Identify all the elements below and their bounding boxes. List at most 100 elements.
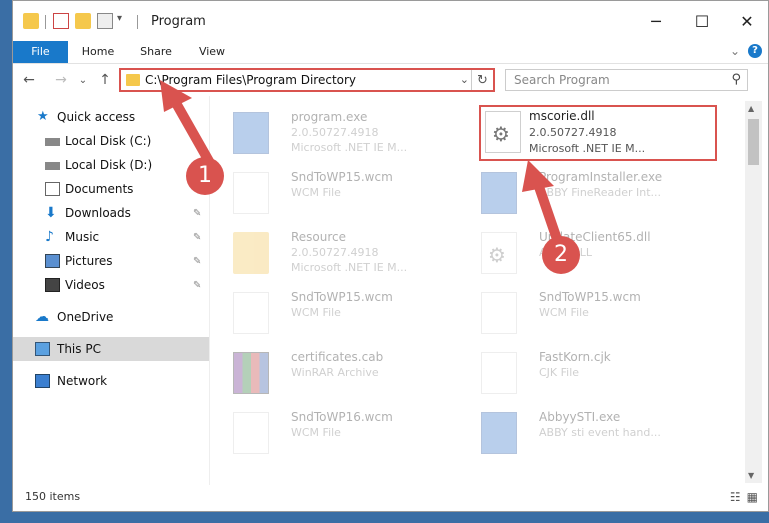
address-path[interactable]: C:\Program Files\Program Directory bbox=[145, 73, 356, 87]
file-icon bbox=[233, 172, 269, 214]
file-item[interactable]: SndToWP15.wcm WCM File bbox=[459, 282, 699, 338]
file-name: ProgramInstaller.exe bbox=[539, 170, 663, 184]
file-detail: ABBY sti event hand... bbox=[539, 426, 661, 439]
search-input[interactable]: Search Program ⚲ bbox=[505, 69, 748, 91]
file-detail: Microsoft .NET IE M... bbox=[529, 142, 646, 155]
sidebar-item-label: Music bbox=[65, 230, 100, 244]
download-icon: ⬇ bbox=[45, 205, 57, 221]
help-icon[interactable]: ? bbox=[748, 44, 762, 58]
tab-file[interactable]: File bbox=[13, 41, 68, 63]
sidebar-item-local-disk-c[interactable]: Local Disk (C:) ✎ bbox=[13, 129, 209, 153]
sidebar-item-label: Documents bbox=[65, 182, 134, 196]
back-button[interactable]: ← bbox=[19, 70, 39, 90]
address-dropdown-icon[interactable]: ⌄ bbox=[460, 73, 469, 86]
file-detail: WCM File bbox=[291, 426, 341, 439]
dll-file-icon bbox=[485, 111, 521, 153]
sidebar-item-label: This PC bbox=[57, 342, 101, 356]
computer-icon bbox=[35, 342, 50, 356]
sidebar-item-pictures[interactable]: Pictures ✎ bbox=[13, 249, 209, 273]
sidebar-item-network[interactable]: Network bbox=[13, 369, 209, 393]
step-1-badge: 1 bbox=[186, 157, 224, 195]
pin-icon[interactable]: ✎ bbox=[193, 208, 201, 219]
address-bar[interactable]: C:\Program Files\Program Directory ⌄ ↻ bbox=[119, 68, 495, 92]
file-name: certificates.cab bbox=[291, 350, 384, 364]
scrollbar-thumb[interactable] bbox=[748, 119, 759, 165]
file-item[interactable]: program.exe 2.0.50727.4918 Microsoft .NE… bbox=[211, 102, 451, 158]
file-item-highlighted[interactable]: mscorie.dll 2.0.50727.4918 Microsoft .NE… bbox=[479, 105, 717, 161]
tiles-view-icon[interactable]: ▦ bbox=[747, 490, 758, 504]
customize-icon[interactable] bbox=[97, 13, 113, 29]
sidebar-item-label: Videos bbox=[65, 278, 105, 292]
file-item[interactable]: ProgramInstaller.exe ABBY FineReader Int… bbox=[459, 162, 699, 218]
properties-icon[interactable] bbox=[53, 13, 69, 29]
file-detail: 2.0.50727.4918 bbox=[529, 126, 617, 139]
tab-view[interactable]: View bbox=[189, 41, 235, 63]
sidebar-item-onedrive[interactable]: ☁ OneDrive bbox=[13, 305, 209, 329]
divider bbox=[137, 15, 138, 29]
file-name: SndToWP15.wcm bbox=[291, 290, 393, 304]
file-name: mscorie.dll bbox=[529, 109, 595, 123]
drive-icon bbox=[45, 138, 60, 146]
pictures-icon bbox=[45, 254, 60, 268]
file-item[interactable]: AbbyySTI.exe ABBY sti event hand... bbox=[459, 402, 699, 458]
file-name: SndToWP15.wcm bbox=[539, 290, 641, 304]
sidebar-item-this-pc[interactable]: This PC bbox=[13, 337, 209, 361]
file-name: program.exe bbox=[291, 110, 368, 124]
network-icon bbox=[35, 374, 50, 388]
scroll-up-icon[interactable]: ▲ bbox=[748, 104, 754, 113]
new-folder-icon[interactable] bbox=[75, 13, 91, 29]
pin-icon[interactable]: ✎ bbox=[193, 280, 201, 291]
file-icon bbox=[481, 292, 517, 334]
folder-icon bbox=[126, 74, 140, 86]
sidebar-item-music[interactable]: ♪ Music ✎ bbox=[13, 225, 209, 249]
recent-locations-button[interactable]: ⌄ bbox=[73, 70, 93, 90]
file-name: SndToWP15.wcm bbox=[291, 170, 393, 184]
file-item[interactable]: SndToWP15.wcm WCM File bbox=[211, 162, 451, 218]
exe-file-icon bbox=[481, 412, 517, 454]
videos-icon bbox=[45, 278, 60, 292]
expand-ribbon-icon[interactable]: ⌄ bbox=[730, 44, 740, 58]
refresh-button[interactable]: ↻ bbox=[471, 70, 493, 90]
up-button[interactable]: ↑ bbox=[95, 70, 115, 90]
file-item[interactable]: SndToWP15.wcm WCM File bbox=[211, 282, 451, 338]
tab-share[interactable]: Share bbox=[133, 41, 179, 63]
sidebar-item-videos[interactable]: Videos ✎ bbox=[13, 273, 209, 297]
music-icon: ♪ bbox=[45, 229, 54, 245]
close-button[interactable]: ✕ bbox=[724, 1, 768, 41]
sidebar-item-local-disk-d[interactable]: Local Disk (D:) ✎ bbox=[13, 153, 209, 177]
ribbon-tabs: File Home Share View ⌄ ? bbox=[13, 41, 768, 63]
maximize-button[interactable]: ☐ bbox=[679, 1, 725, 41]
file-item[interactable]: Resource 2.0.50727.4918 Microsoft .NET I… bbox=[211, 222, 451, 278]
pin-icon[interactable]: ✎ bbox=[193, 136, 201, 147]
minimize-button[interactable]: ─ bbox=[633, 1, 679, 41]
chevron-down-icon[interactable]: ▾ bbox=[117, 13, 133, 29]
sidebar-item-label: Pictures bbox=[65, 254, 113, 268]
file-icon bbox=[233, 412, 269, 454]
archive-icon bbox=[233, 352, 269, 394]
dll-file-icon bbox=[481, 232, 517, 274]
details-view-icon[interactable]: ☷ bbox=[730, 490, 741, 504]
file-detail: WCM File bbox=[539, 306, 589, 319]
search-icon[interactable]: ⚲ bbox=[731, 72, 741, 87]
file-item[interactable]: SndToWP16.wcm WCM File bbox=[211, 402, 451, 458]
file-item[interactable]: FastKorn.cjk CJK File bbox=[459, 342, 699, 398]
exe-file-icon bbox=[481, 172, 517, 214]
sidebar-item-label: Downloads bbox=[65, 206, 131, 220]
file-detail: Microsoft .NET IE M... bbox=[291, 141, 408, 154]
file-item[interactable]: certificates.cab WinRAR Archive bbox=[211, 342, 451, 398]
pin-icon[interactable]: ✎ bbox=[193, 232, 201, 243]
file-detail: CJK File bbox=[539, 366, 580, 379]
sidebar-item-downloads[interactable]: ⬇ Downloads ✎ bbox=[13, 201, 209, 225]
vertical-scrollbar[interactable]: ▲ ▼ bbox=[745, 101, 762, 483]
sidebar-item-label: Network bbox=[57, 374, 108, 388]
tab-home[interactable]: Home bbox=[75, 41, 121, 63]
pin-icon[interactable]: ✎ bbox=[193, 256, 201, 267]
file-name: AbbyySTI.exe bbox=[539, 410, 621, 424]
scroll-down-icon[interactable]: ▼ bbox=[748, 471, 754, 480]
sidebar-item-quick-access[interactable]: ★ Quick access bbox=[13, 105, 209, 129]
forward-button[interactable]: → bbox=[51, 70, 71, 90]
cloud-icon: ☁ bbox=[35, 309, 49, 325]
file-list: program.exe 2.0.50727.4918 Microsoft .NE… bbox=[211, 96, 745, 481]
sidebar-item-documents[interactable]: Documents ✎ bbox=[13, 177, 209, 201]
search-placeholder: Search Program bbox=[514, 73, 610, 87]
